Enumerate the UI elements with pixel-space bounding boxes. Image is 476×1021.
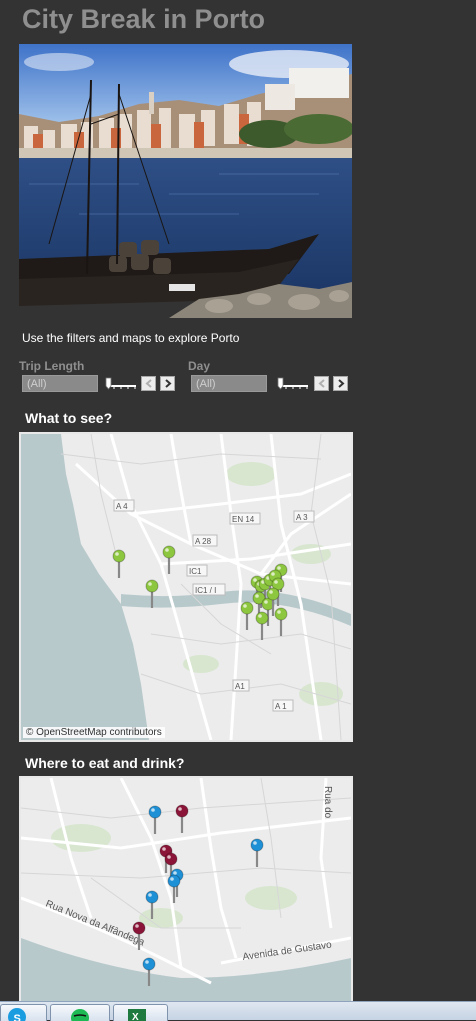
trip-length-select[interactable]: (All) <box>22 375 98 392</box>
taskbar-skype-button[interactable]: S <box>0 1004 47 1021</box>
street-label-rua-do: Rua do <box>322 786 333 819</box>
road-label-ic1: IC1 <box>189 567 202 576</box>
svg-text:S: S <box>14 1013 21 1021</box>
day-next-button[interactable] <box>333 376 348 391</box>
trip-length-prev-button[interactable] <box>141 376 156 391</box>
porto-hero-image <box>19 44 352 318</box>
food-map[interactable]: Rua Nova da Alfândega Avenida de Gustavo… <box>19 776 353 1002</box>
taskbar: S X <box>0 1001 476 1021</box>
road-label-en14: EN 14 <box>232 515 255 524</box>
svg-text:X: X <box>132 1012 139 1021</box>
trip-length-next-button[interactable] <box>160 376 175 391</box>
page-title: City Break in Porto <box>22 4 266 34</box>
day-label: Day <box>188 359 211 373</box>
trip-length-slider[interactable] <box>104 376 138 392</box>
chevron-right-icon <box>337 379 345 388</box>
road-label-ic1-i: IC1 / I <box>195 586 216 595</box>
chevron-left-icon <box>317 379 325 388</box>
road-label-a1: A1 <box>235 682 245 691</box>
road-label-a28: A 28 <box>195 537 212 546</box>
road-label-a3: A 3 <box>296 513 308 522</box>
map-attribution: © OpenStreetMap contributors <box>23 727 165 738</box>
chevron-left-icon <box>144 379 152 388</box>
road-label-a4: A 4 <box>116 502 128 511</box>
where-to-eat-heading: Where to eat and drink? <box>25 755 185 771</box>
what-to-see-heading: What to see? <box>25 410 113 426</box>
day-prev-button[interactable] <box>314 376 329 391</box>
sights-map[interactable]: A 4 EN 14 A 3 A 28 IC1 IC1 / I A1 A 1 © … <box>19 432 353 742</box>
taskbar-spotify-button[interactable] <box>50 1004 110 1021</box>
taskbar-excel-button[interactable]: X <box>113 1004 168 1021</box>
day-slider[interactable] <box>276 376 310 392</box>
road-label-a1-south: A 1 <box>275 702 287 711</box>
page-subtitle: Use the filters and maps to explore Port… <box>22 331 240 345</box>
chevron-right-icon <box>164 379 172 388</box>
day-select[interactable]: (All) <box>191 375 267 392</box>
trip-length-label: Trip Length <box>19 359 85 373</box>
